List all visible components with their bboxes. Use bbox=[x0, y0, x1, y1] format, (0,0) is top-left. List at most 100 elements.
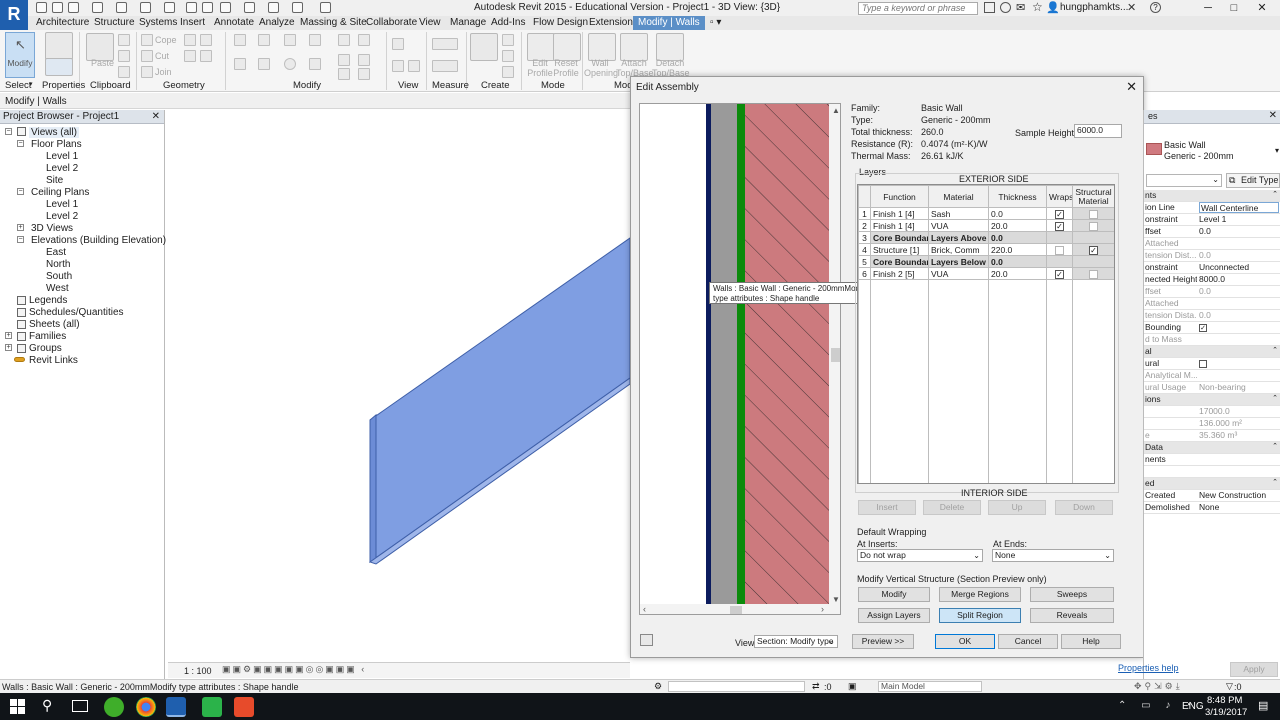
layer-row[interactable]: 4 Structure [1] Brick, Comm 220.0 ✓ bbox=[858, 243, 1114, 256]
workset-select[interactable] bbox=[668, 681, 805, 692]
ok-button[interactable]: OK bbox=[935, 634, 995, 649]
property-section-header[interactable]: nts ⌃ bbox=[1144, 190, 1280, 202]
user-name[interactable]: hungphamkts... bbox=[1060, 2, 1128, 13]
tab-insert[interactable]: Insert bbox=[180, 17, 205, 28]
sync-icon[interactable] bbox=[68, 2, 79, 13]
minimize-button[interactable]: ─ bbox=[1196, 1, 1220, 15]
thin-lines-icon[interactable] bbox=[244, 2, 255, 13]
assign-layers-button[interactable]: Assign Layers bbox=[858, 608, 930, 623]
layer-structural-cell[interactable] bbox=[1072, 231, 1114, 244]
property-value[interactable]: 136.000 m² bbox=[1199, 418, 1242, 428]
property-row[interactable]: ion Line Wall Centerline bbox=[1144, 202, 1280, 214]
clock-date[interactable]: 3/19/2017 bbox=[1205, 707, 1247, 718]
property-row[interactable]: nents bbox=[1144, 454, 1280, 466]
layer-material-cell[interactable]: Sash bbox=[928, 207, 989, 220]
tree-item-east[interactable]: East bbox=[46, 247, 66, 258]
property-value[interactable]: Wall Centerline bbox=[1199, 202, 1279, 213]
property-checkbox[interactable]: ✓ bbox=[1199, 323, 1207, 332]
type-selector[interactable]: Basic Wall Generic - 200mm ▾ bbox=[1144, 140, 1280, 164]
detach-top-base-icon[interactable] bbox=[656, 33, 684, 61]
create-similar-icon[interactable] bbox=[470, 33, 498, 61]
tree-item-site[interactable]: Site bbox=[46, 175, 63, 186]
close-window-button[interactable]: ✕ bbox=[1250, 1, 1274, 15]
layer-structural-cell[interactable] bbox=[1072, 219, 1114, 232]
favorites-icon[interactable]: ☆ bbox=[1032, 0, 1043, 14]
property-row[interactable]: tension Dista... 0.0 bbox=[1144, 310, 1280, 322]
property-value[interactable]: 0.0 bbox=[1199, 250, 1211, 260]
layer-wraps-cell[interactable] bbox=[1046, 255, 1073, 268]
layer-material-cell[interactable]: Layers Below bbox=[928, 255, 989, 268]
tree-item-groups[interactable]: Groups bbox=[29, 343, 62, 354]
layer-thickness-cell[interactable]: 20.0 bbox=[988, 219, 1047, 232]
tab-annotate[interactable]: Annotate bbox=[214, 17, 254, 28]
property-row[interactable]: Attached bbox=[1144, 238, 1280, 250]
property-row[interactable]: Created New Construction bbox=[1144, 490, 1280, 502]
collapse-section-icon[interactable]: ⌃ bbox=[1272, 478, 1278, 486]
editable-icon[interactable]: ⇄ bbox=[812, 681, 820, 692]
dialog-close-icon[interactable]: ✕ bbox=[1126, 79, 1137, 95]
wraps-checkbox[interactable]: ✓ bbox=[1055, 221, 1064, 231]
property-section-header[interactable]: al ⌃ bbox=[1144, 346, 1280, 358]
layer-thickness-cell[interactable]: 220.0 bbox=[988, 243, 1047, 256]
property-value[interactable]: None bbox=[1199, 502, 1219, 512]
filter-icon[interactable]: ▽ bbox=[1226, 681, 1233, 692]
merge-regions-button[interactable]: Merge Regions bbox=[939, 587, 1021, 602]
property-value[interactable]: Unconnected bbox=[1199, 262, 1249, 272]
mirror-draw-icon[interactable] bbox=[309, 34, 321, 46]
align-icon[interactable] bbox=[234, 34, 246, 46]
layer-thickness-cell[interactable]: 20.0 bbox=[988, 267, 1047, 280]
property-row[interactable]: Attached bbox=[1144, 298, 1280, 310]
demolish-icon[interactable] bbox=[200, 50, 212, 62]
edit-profile-icon[interactable] bbox=[527, 33, 555, 61]
cut-clipboard-icon[interactable] bbox=[118, 34, 130, 46]
property-row[interactable]: Bounding ✓ bbox=[1144, 322, 1280, 334]
property-value[interactable]: 8000.0 bbox=[1199, 274, 1225, 284]
structural-checkbox[interactable]: ✓ bbox=[1089, 245, 1098, 255]
property-row[interactable]: d to Mass bbox=[1144, 334, 1280, 346]
tab-view[interactable]: View bbox=[419, 17, 441, 28]
layer-wraps-cell[interactable] bbox=[1046, 243, 1073, 256]
layer-row[interactable]: 6 Finish 2 [5] VUA 20.0 ✓ bbox=[858, 267, 1114, 280]
join-icon[interactable] bbox=[141, 66, 153, 78]
property-row[interactable]: 136.000 m² bbox=[1144, 418, 1280, 430]
3d-view[interactable] bbox=[168, 110, 630, 662]
recorder-icon[interactable] bbox=[234, 697, 254, 717]
layer-number[interactable]: 1 bbox=[858, 207, 871, 220]
layer-function-cell[interactable]: Core Boundary bbox=[870, 255, 929, 268]
layer-material-cell[interactable]: Layers Above bbox=[928, 231, 989, 244]
zoom-icon[interactable] bbox=[640, 634, 653, 646]
tab-structure[interactable]: Structure bbox=[94, 17, 135, 28]
property-value[interactable]: 0.0 bbox=[1199, 310, 1211, 320]
measure-between-icon[interactable] bbox=[432, 38, 458, 50]
layer-row[interactable]: 3 Core Boundary Layers Above 0.0 bbox=[858, 231, 1114, 244]
expand-icon[interactable]: + bbox=[17, 224, 24, 231]
delete-layer-button[interactable]: Delete bbox=[923, 500, 981, 515]
properties-icon[interactable] bbox=[45, 58, 73, 76]
collapse-icon[interactable]: − bbox=[17, 236, 24, 243]
layer-wraps-cell[interactable]: ✓ bbox=[1046, 267, 1073, 280]
undo-icon[interactable] bbox=[92, 2, 103, 13]
move-down-button[interactable]: Down bbox=[1055, 500, 1113, 515]
close-icon[interactable]: ✕ bbox=[1269, 110, 1277, 121]
redo-icon[interactable] bbox=[116, 2, 127, 13]
tree-item-north[interactable]: North bbox=[46, 259, 70, 270]
property-value[interactable]: 17000.0 bbox=[1199, 406, 1230, 416]
switch-windows-icon[interactable] bbox=[292, 2, 303, 13]
collapse-section-icon[interactable]: ⌃ bbox=[1272, 394, 1278, 402]
at-inserts-select[interactable]: Do not wrap ⌄ bbox=[857, 549, 983, 562]
mirror-axis-icon[interactable] bbox=[284, 34, 296, 46]
tree-item-west[interactable]: West bbox=[46, 283, 69, 294]
dimension-icon[interactable] bbox=[432, 60, 458, 72]
binoculars-icon[interactable] bbox=[984, 2, 995, 13]
at-ends-select[interactable]: None ⌄ bbox=[992, 549, 1114, 562]
communication-icon[interactable]: ✉ bbox=[1016, 1, 1025, 14]
property-value[interactable]: Level 1 bbox=[1199, 214, 1226, 224]
collapse-section-icon[interactable]: ⌃ bbox=[1272, 346, 1278, 354]
camtasia-icon[interactable] bbox=[202, 697, 222, 717]
wraps-checkbox[interactable]: ✓ bbox=[1055, 269, 1064, 279]
layer-material-cell[interactable]: VUA bbox=[928, 219, 989, 232]
layer-number[interactable]: 3 bbox=[858, 231, 871, 244]
tab-flow-design[interactable]: Flow Design bbox=[533, 17, 588, 28]
tab-systems[interactable]: Systems bbox=[139, 17, 177, 28]
wall-opening-icon[interactable] bbox=[588, 33, 616, 61]
